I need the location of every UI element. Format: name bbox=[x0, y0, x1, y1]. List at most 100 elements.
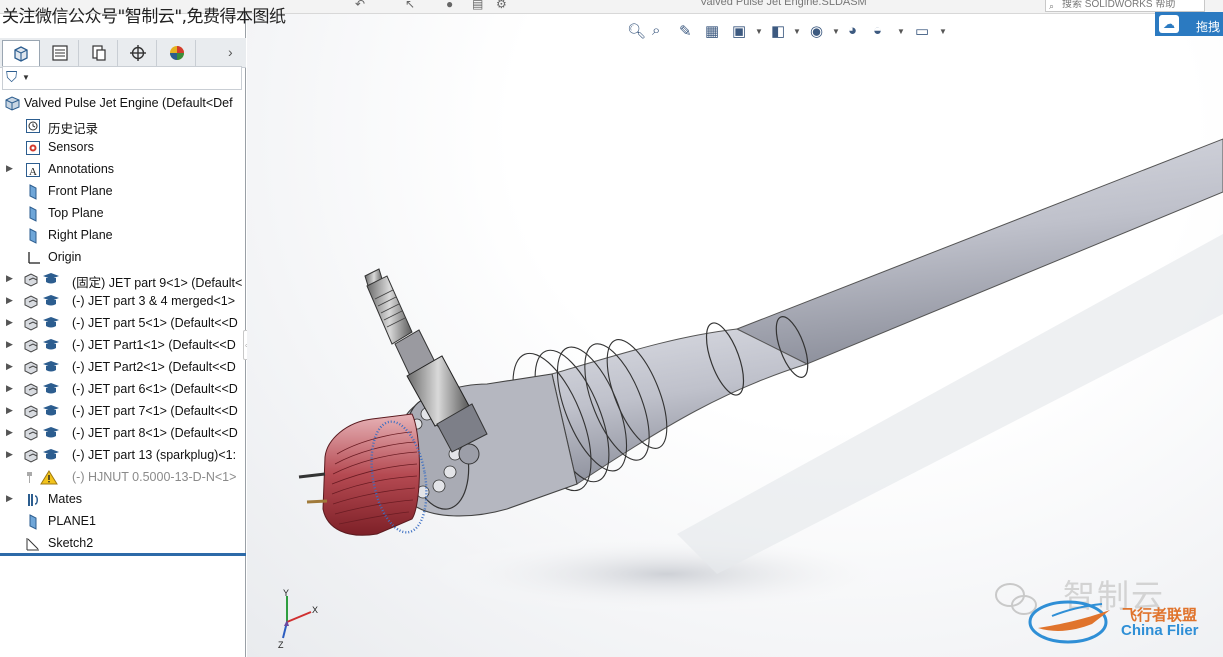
mates-icon bbox=[24, 491, 41, 508]
tree-item-label: 历史记录 bbox=[48, 122, 99, 136]
toolbar-file-props-icon[interactable]: ▤ bbox=[472, 0, 483, 11]
tree-item-label: (-) JET part 7<1> (Default<<D bbox=[72, 404, 238, 418]
tree-item-label: Annotations bbox=[48, 162, 115, 176]
toolbar-undo-icon[interactable]: ↶ bbox=[355, 0, 365, 11]
tree-item-label: Sketch2 bbox=[48, 536, 94, 550]
tree-item[interactable]: ▶ (-) JET Part1<1> (Default<<D bbox=[0, 334, 246, 356]
tree-item-label: (固定) JET part 9<1> (Default< bbox=[72, 276, 243, 290]
configurationmanager-icon bbox=[91, 45, 106, 61]
tree-root-label: Valved Pulse Jet Engine (Default<Def bbox=[24, 96, 233, 110]
expand-arrow-icon[interactable]: ▶ bbox=[6, 493, 13, 504]
expand-arrow-icon[interactable]: ▶ bbox=[6, 361, 13, 372]
toolbar-select-icon[interactable]: ↖ bbox=[405, 0, 415, 11]
filter-icon[interactable]: ⛉ bbox=[6, 69, 17, 86]
drag-share-label: 拖拽 bbox=[1196, 20, 1221, 34]
help-search-input[interactable]: ⌕ 搜索 SOLIDWORKS 帮助 bbox=[1045, 0, 1205, 12]
tree-item[interactable]: (-) HJNUT 0.5000-13-D-N<1> bbox=[0, 466, 246, 488]
sketch-icon bbox=[24, 535, 41, 552]
tree-item[interactable]: Sketch2 bbox=[0, 532, 246, 554]
plane-icon bbox=[24, 183, 41, 200]
tree-item[interactable]: Front Plane bbox=[0, 180, 246, 202]
origin-icon bbox=[24, 249, 41, 266]
tree-item[interactable]: ▶ (-) JET part 8<1> (Default<<D bbox=[0, 422, 246, 444]
tree-item[interactable]: ▶ (-) JET part 5<1> (Default<<D bbox=[0, 312, 246, 334]
expand-arrow-icon[interactable]: ▶ bbox=[6, 405, 13, 416]
part-icon bbox=[23, 271, 61, 288]
plane-icon bbox=[24, 227, 41, 244]
tree-item-label: (-) JET Part2<1> (Default<<D bbox=[72, 360, 236, 374]
panel-more-arrow[interactable]: › bbox=[228, 44, 233, 60]
featuremanager-tab[interactable] bbox=[2, 40, 40, 66]
tree-item[interactable]: Top Plane bbox=[0, 202, 246, 224]
part-icon bbox=[23, 359, 61, 376]
graphics-viewport[interactable]: 🔍︎ ⌕ ✎ ▦ ▣ ▼ ◧ ▼ ◉ ▼ ◕ ◒ ▼ ▭ ▼ Y X Z bbox=[247, 14, 1223, 657]
tree-item-label: (-) JET part 5<1> (Default<<D bbox=[72, 316, 238, 330]
tree-item-label: Right Plane bbox=[48, 228, 113, 242]
tree-item[interactable]: 历史记录 bbox=[0, 114, 246, 136]
toolbar-options-icon[interactable]: ⚙ bbox=[496, 0, 507, 11]
part-icon bbox=[23, 337, 61, 354]
tree-item[interactable]: ▶ (固定) JET part 9<1> (Default< bbox=[0, 268, 246, 290]
search-icon: ⌕ bbox=[1049, 1, 1055, 11]
combustion-chamber[interactable] bbox=[551, 328, 809, 485]
tree-filter-field[interactable]: ⛉ ▼ bbox=[2, 66, 242, 90]
intake-rod bbox=[298, 472, 326, 479]
part-icon bbox=[23, 403, 61, 420]
sensors-icon bbox=[24, 139, 41, 156]
tree-item[interactable]: Right Plane bbox=[0, 224, 246, 246]
tree-item[interactable]: PLANE1 bbox=[0, 510, 246, 532]
filter-caret-icon[interactable]: ▼ bbox=[22, 73, 30, 82]
dimxpert-icon bbox=[129, 45, 146, 61]
tree-item[interactable]: ▶ (-) JET part 3 & 4 merged<1> bbox=[0, 290, 246, 312]
toolbar-rebuild-icon[interactable]: ● bbox=[446, 0, 453, 11]
wechat-overlay-text: 关注微信公众号"智制云",免费得本图纸 bbox=[2, 7, 286, 27]
display-manager-tab[interactable] bbox=[158, 40, 196, 66]
history-icon bbox=[24, 117, 41, 134]
tree-item[interactable]: ▶ Mates bbox=[0, 488, 246, 510]
intake-nozzle[interactable] bbox=[322, 413, 420, 536]
svg-text:A: A bbox=[29, 166, 37, 178]
tree-item-label: (-) JET Part1<1> (Default<<D bbox=[72, 338, 236, 352]
expand-arrow-icon[interactable]: ▶ bbox=[6, 317, 13, 328]
expand-arrow-icon[interactable]: ▶ bbox=[6, 295, 13, 306]
tree-item[interactable]: ▶ (-) JET Part2<1> (Default<<D bbox=[0, 356, 246, 378]
tree-item[interactable]: ▶ (-) JET part 6<1> (Default<<D bbox=[0, 378, 246, 400]
expand-arrow-icon[interactable]: ▶ bbox=[6, 383, 13, 394]
expand-arrow-icon[interactable]: ▶ bbox=[6, 427, 13, 438]
tree-item-label: Sensors bbox=[48, 140, 94, 154]
tree-item-label: PLANE1 bbox=[48, 514, 96, 528]
expand-arrow-icon[interactable]: ▶ bbox=[6, 449, 13, 460]
tree-item[interactable]: ▶ A Annotations bbox=[0, 158, 246, 180]
triad-z-label: Z bbox=[278, 640, 284, 650]
part-icon bbox=[23, 315, 61, 332]
jet-engine-model[interactable] bbox=[247, 14, 1223, 657]
tree-root-assembly[interactable]: Valved Pulse Jet Engine (Default<Def bbox=[0, 92, 246, 114]
part-icon bbox=[23, 425, 61, 442]
tree-item-label: (-) JET part 3 & 4 merged<1> bbox=[72, 294, 236, 308]
tree-item[interactable]: ▶ (-) JET part 7<1> (Default<<D bbox=[0, 400, 246, 422]
panel-tab-bar: › bbox=[0, 38, 246, 68]
triad-x-label: X bbox=[312, 605, 318, 615]
help-search-placeholder: 搜索 SOLIDWORKS 帮助 bbox=[1062, 0, 1176, 10]
configurationmanager-tab[interactable] bbox=[80, 40, 118, 66]
tree-item[interactable]: Origin bbox=[0, 246, 246, 268]
china-flier-logo-icon bbox=[1028, 600, 1110, 644]
propertymanager-tab[interactable] bbox=[41, 40, 79, 66]
expand-arrow-icon[interactable]: ▶ bbox=[6, 339, 13, 350]
intake-pin bbox=[306, 499, 328, 504]
expand-arrow-icon[interactable]: ▶ bbox=[6, 163, 13, 174]
dimxpert-tab[interactable] bbox=[119, 40, 157, 66]
display-manager-icon bbox=[169, 46, 184, 60]
tree-item[interactable]: Sensors bbox=[0, 136, 246, 158]
plane-icon bbox=[24, 513, 41, 530]
watermark-brand-en: China Flier bbox=[1121, 622, 1199, 639]
tree-item-label: (-) JET part 8<1> (Default<<D bbox=[72, 426, 238, 440]
triad-x-axis bbox=[286, 611, 312, 623]
tree-item[interactable]: ▶ (-) JET part 13 (sparkplug)<1: bbox=[0, 444, 246, 466]
featuremanager-icon bbox=[14, 45, 28, 62]
part-icon bbox=[23, 381, 61, 398]
part-icon bbox=[23, 447, 61, 464]
expand-arrow-icon[interactable]: ▶ bbox=[6, 273, 13, 284]
plane-icon bbox=[24, 205, 41, 222]
tree-item-label: Top Plane bbox=[48, 206, 104, 220]
